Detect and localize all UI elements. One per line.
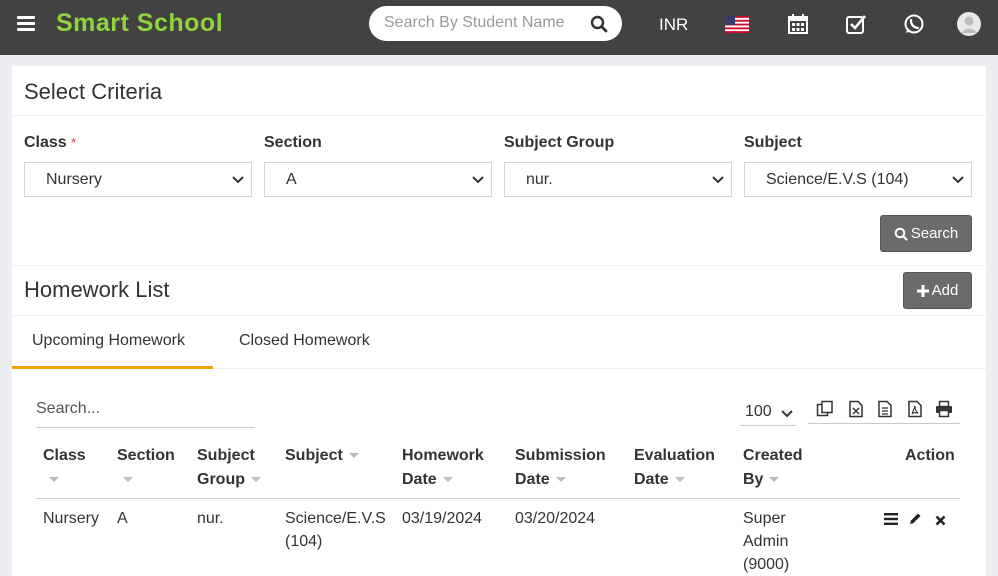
subject-label: Subject [744,134,802,151]
sort-icon [251,477,261,483]
print-icon[interactable] [935,400,953,423]
homework-header: Homework List Add [12,266,986,316]
us-flag-icon[interactable] [725,16,749,33]
cell-submission-date: 03/20/2024 [515,510,596,527]
cell-section: A [117,510,128,527]
criteria-header: Select Criteria [12,66,986,116]
col-header-homework-date[interactable]: Homework Date [402,444,484,492]
sort-icon [442,477,453,483]
chevron-down-icon [712,176,724,184]
view-list-icon[interactable] [884,512,898,530]
subject-group-select[interactable]: nur. [504,162,732,197]
top-navbar: Smart School INR [0,0,998,55]
active-tab-indicator [12,366,213,369]
add-button-label: Add [931,282,959,299]
col-header-section[interactable]: Section [117,444,175,492]
search-button-label: Search [910,225,959,242]
class-field: Class * Nursery [24,134,252,197]
sort-icon [348,453,359,459]
class-select[interactable]: Nursery [24,162,252,197]
section-label: Section [264,134,322,151]
homework-list-panel: Homework List Add Upcoming Homework Clos… [12,265,986,576]
edit-pencil-icon[interactable] [909,512,922,530]
plus-icon [916,284,929,297]
section-field: Section A [264,134,492,197]
class-label: Class * [24,134,77,151]
export-toolbar [808,396,960,424]
sort-icon [49,477,59,483]
required-mark: * [71,135,77,150]
calendar-icon[interactable] [787,13,809,40]
table-search-input[interactable] [36,398,255,418]
chevron-down-icon [781,410,793,418]
delete-icon[interactable] [935,513,946,531]
cell-subject-group: nur. [197,510,224,527]
col-header-evaluation-date[interactable]: Evaluation Date [634,444,715,492]
csv-icon[interactable] [876,400,894,423]
excel-icon[interactable] [847,400,865,423]
page-size-select[interactable]: 100 [740,400,796,426]
sort-icon [123,477,133,483]
search-button[interactable]: Search [880,215,972,252]
col-header-action: Action [905,447,955,464]
col-header-created-by[interactable]: Created By [743,444,803,492]
chevron-down-icon [232,176,244,184]
subject-select[interactable]: Science/E.V.S (104) [744,162,972,197]
section-select[interactable]: A [264,162,492,197]
col-header-class[interactable]: Class [43,444,86,492]
chevron-down-icon [472,176,484,184]
pdf-icon[interactable] [906,400,924,423]
search-icon [894,227,908,241]
copy-icon[interactable] [816,400,834,423]
user-avatar-icon[interactable] [957,12,981,41]
chevron-down-icon [952,176,964,184]
col-header-subject[interactable]: Subject [285,444,359,468]
section-select-value: A [286,171,297,188]
criteria-title: Select Criteria [24,79,163,104]
menu-icon[interactable] [17,16,35,32]
checkbox-icon[interactable] [845,13,867,40]
cell-subject: Science/E.V.S (104) [285,510,386,550]
tab-closed-homework[interactable]: Closed Homework [239,332,370,350]
subject-field: Subject Science/E.V.S (104) [744,134,972,197]
cell-homework-date: 03/19/2024 [402,510,483,527]
col-header-submission-date[interactable]: Submission Date [515,444,606,492]
brand-title[interactable]: Smart School [56,9,223,38]
homework-title: Homework List [24,277,170,302]
sort-icon [769,477,780,483]
cell-created-by: Super Admin (9000) [743,510,790,573]
col-header-subject-group[interactable]: Subject Group [197,444,261,492]
subject-group-select-value: nur. [526,171,553,188]
page-size-value: 100 [745,403,772,420]
subject-group-label: Subject Group [504,134,615,151]
homework-tabs: Upcoming Homework Closed Homework [12,316,986,369]
table-search-box [36,398,255,428]
subject-select-value: Science/E.V.S (104) [766,171,909,188]
table-header-divider [36,498,960,499]
search-icon[interactable] [590,15,608,38]
subject-group-field: Subject Group nur. [504,134,732,197]
currency-selector[interactable]: INR [659,15,688,35]
class-select-value: Nursery [46,171,103,188]
select-criteria-panel: Select Criteria Class * Nursery Section … [12,66,986,265]
cell-class: Nursery [43,510,100,527]
sort-icon [674,477,685,483]
whatsapp-icon[interactable] [903,13,925,40]
student-search-input[interactable] [384,14,564,32]
tab-upcoming-homework[interactable]: Upcoming Homework [32,332,185,350]
add-homework-button[interactable]: Add [903,272,972,309]
sort-icon [555,477,566,483]
student-search-box [369,6,622,41]
